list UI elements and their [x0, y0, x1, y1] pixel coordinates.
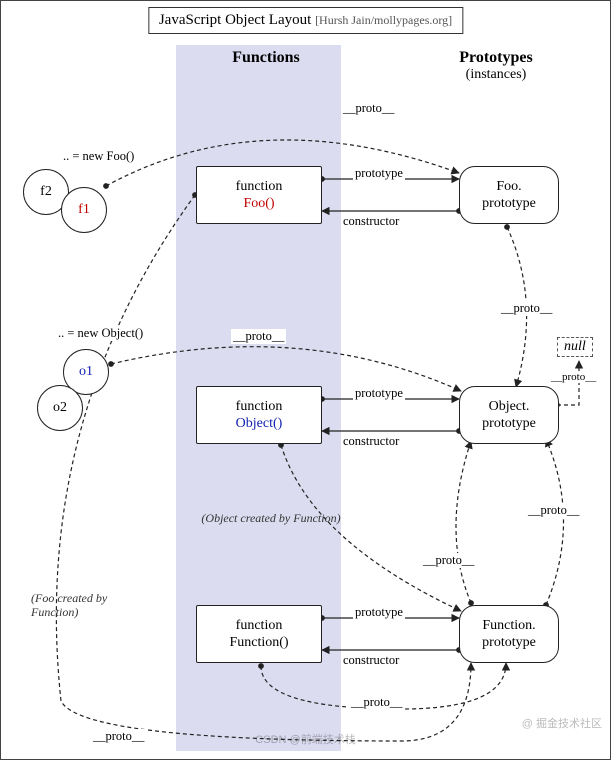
note-object-created: (Object created by Function)	[201, 511, 341, 525]
edge-funcproto-to-objproto-right: __proto__	[526, 503, 581, 518]
title-sub: [Hursh Jain/mollypages.org]	[315, 13, 452, 27]
edge-proto-f-to-fooproto: __proto__	[341, 101, 396, 116]
column-header-prototypes-sub: (instances)	[421, 67, 571, 83]
obj-proto-line1: Object.	[489, 398, 530, 416]
column-header-prototypes-label: Prototypes	[459, 49, 532, 66]
edge-func-constructor: constructor	[341, 653, 401, 668]
obj-proto-line2: prototype	[482, 415, 536, 433]
diagram-canvas: JavaScript Object Layout [Hursh Jain/mol…	[0, 0, 611, 760]
edge-fooproto-proto: __proto__	[499, 301, 554, 316]
title-bar: JavaScript Object Layout [Hursh Jain/mol…	[148, 7, 463, 34]
edge-obj-prototype: prototype	[353, 386, 405, 401]
edge-obj-constructor: constructor	[341, 434, 401, 449]
title-main: JavaScript Object Layout	[159, 12, 311, 28]
note-foo-created: (Foo created by Function)	[31, 591, 141, 620]
node-foo-prototype: Foo. prototype	[459, 166, 559, 224]
edge-foo-constructor: constructor	[341, 214, 401, 229]
node-object-prototype: Object. prototype	[459, 386, 559, 444]
instance-o2: o2	[37, 385, 83, 431]
foo-proto-line1: Foo.	[496, 178, 521, 196]
func-proto-line1: Function.	[482, 617, 535, 635]
edge-objproto-null: __proto__	[549, 371, 598, 383]
label-new-foo: .. = new Foo()	[61, 149, 136, 164]
watermark-csdn: CSDN @前端技术栈	[255, 731, 355, 747]
edge-funcproto-to-objproto-left: __proto__	[421, 553, 476, 568]
foo-proto-line2: prototype	[482, 195, 536, 213]
node-function-foo: function Foo()	[196, 166, 322, 224]
func-line1: function	[236, 617, 283, 635]
edge-func-self-proto: __proto__	[349, 695, 404, 710]
column-header-functions: Functions	[196, 49, 336, 67]
node-function-object: function Object()	[196, 386, 322, 444]
column-header-prototypes: Prototypes (instances)	[421, 49, 571, 83]
func-proto-line2: prototype	[482, 634, 536, 652]
edge-func-prototype: prototype	[353, 605, 405, 620]
node-function-prototype: Function. prototype	[459, 605, 559, 663]
watermark-juejin: @ 掘金技术社区	[522, 715, 602, 731]
edge-foo-to-func-proto: __proto__	[91, 729, 146, 744]
node-function-function: function Function()	[196, 605, 322, 663]
obj-line2: Object()	[236, 415, 283, 433]
label-new-object: .. = new Object()	[56, 326, 145, 341]
foo-line1: function	[236, 178, 283, 196]
node-null: null	[557, 337, 593, 357]
edge-o-proto: __proto__	[231, 329, 286, 344]
instance-f1: f1	[61, 187, 107, 233]
obj-line1: function	[236, 398, 283, 416]
func-line2: Function()	[229, 634, 288, 652]
edge-foo-prototype: prototype	[353, 166, 405, 181]
foo-line2: Foo()	[243, 195, 274, 213]
